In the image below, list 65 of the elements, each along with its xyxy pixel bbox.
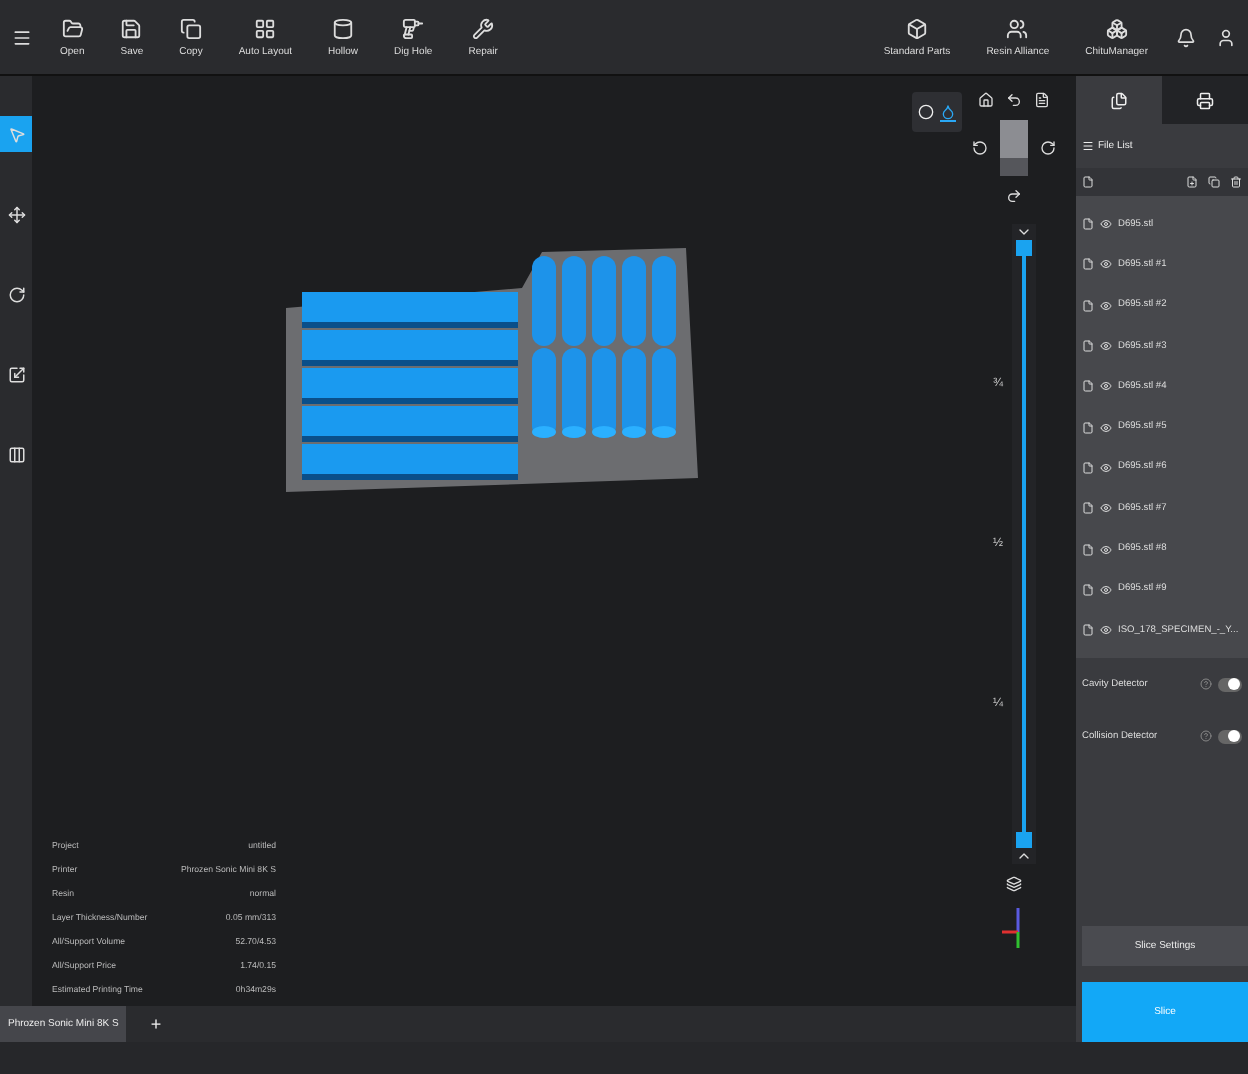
eye-icon[interactable] [1100, 502, 1112, 515]
eye-icon[interactable] [1100, 340, 1112, 353]
file-icon [1082, 624, 1094, 637]
view-mode-button[interactable] [940, 103, 956, 121]
eye-icon[interactable] [1100, 218, 1112, 231]
grid-icon [254, 17, 277, 39]
user-icon[interactable] [1216, 27, 1236, 47]
file-icon [1082, 299, 1094, 312]
file-icon [1082, 543, 1094, 556]
eye-icon[interactable] [1100, 583, 1112, 596]
rotate-right-button[interactable] [1040, 140, 1056, 156]
files-icon [1110, 91, 1128, 109]
scale-icon [7, 365, 25, 383]
wrench-icon [472, 17, 495, 39]
panel-tab[interactable] [1162, 76, 1248, 124]
menu-icon[interactable] [12, 27, 32, 47]
columns-icon [7, 445, 25, 463]
eye-icon[interactable] [1100, 461, 1112, 474]
eye-icon[interactable] [1100, 380, 1112, 393]
eye-icon[interactable] [1100, 421, 1112, 434]
folder-icon [61, 17, 84, 39]
eye-icon[interactable] [1100, 258, 1112, 271]
file-icon [1082, 421, 1094, 434]
undo-button[interactable] [1006, 92, 1022, 108]
people-icon [1006, 17, 1029, 39]
eye-icon[interactable] [1100, 299, 1112, 312]
rotate-icon [7, 285, 25, 303]
drill-icon [402, 17, 425, 39]
list-icon [1082, 140, 1094, 152]
move-icon [7, 205, 25, 223]
copy-icon[interactable] [1208, 176, 1220, 188]
file-icon [1082, 340, 1094, 353]
slider-thumb[interactable] [1015, 832, 1031, 848]
toggle-switch[interactable] [1218, 729, 1242, 744]
chevron-up-icon[interactable] [1015, 848, 1031, 864]
home-button[interactable] [978, 92, 994, 108]
delete-icon[interactable] [1230, 176, 1242, 188]
help-icon[interactable] [1200, 730, 1212, 743]
printer-icon [1196, 91, 1214, 109]
file-icon[interactable] [1082, 176, 1094, 188]
eye-icon[interactable] [1100, 624, 1112, 637]
layers-button[interactable] [1006, 876, 1022, 892]
bell-icon[interactable] [1176, 27, 1196, 47]
rotate-left-button[interactable] [972, 140, 988, 156]
floppy-icon [120, 17, 143, 39]
file-icon [1082, 258, 1094, 271]
toggle-switch[interactable] [1218, 677, 1242, 692]
eye-icon[interactable] [1100, 543, 1112, 556]
file-icon [1082, 583, 1094, 596]
cubes-icon [1105, 17, 1128, 39]
printer-tab[interactable]: + [142, 1006, 170, 1042]
cube-icon [906, 17, 928, 39]
slider-thumb[interactable] [1015, 240, 1031, 256]
redo-button[interactable] [1006, 188, 1022, 204]
file-icon [1082, 461, 1094, 474]
chevron-down-icon[interactable] [1015, 224, 1031, 240]
file-icon [1082, 380, 1094, 393]
help-icon[interactable] [1200, 678, 1212, 691]
add-file-icon[interactable] [1186, 176, 1198, 188]
cylinder-icon [332, 17, 355, 39]
file-icon [1082, 502, 1094, 515]
file-icon [1082, 218, 1094, 231]
copy-icon [179, 17, 202, 39]
copy-button[interactable] [1034, 92, 1050, 108]
pointer-icon [7, 125, 25, 143]
